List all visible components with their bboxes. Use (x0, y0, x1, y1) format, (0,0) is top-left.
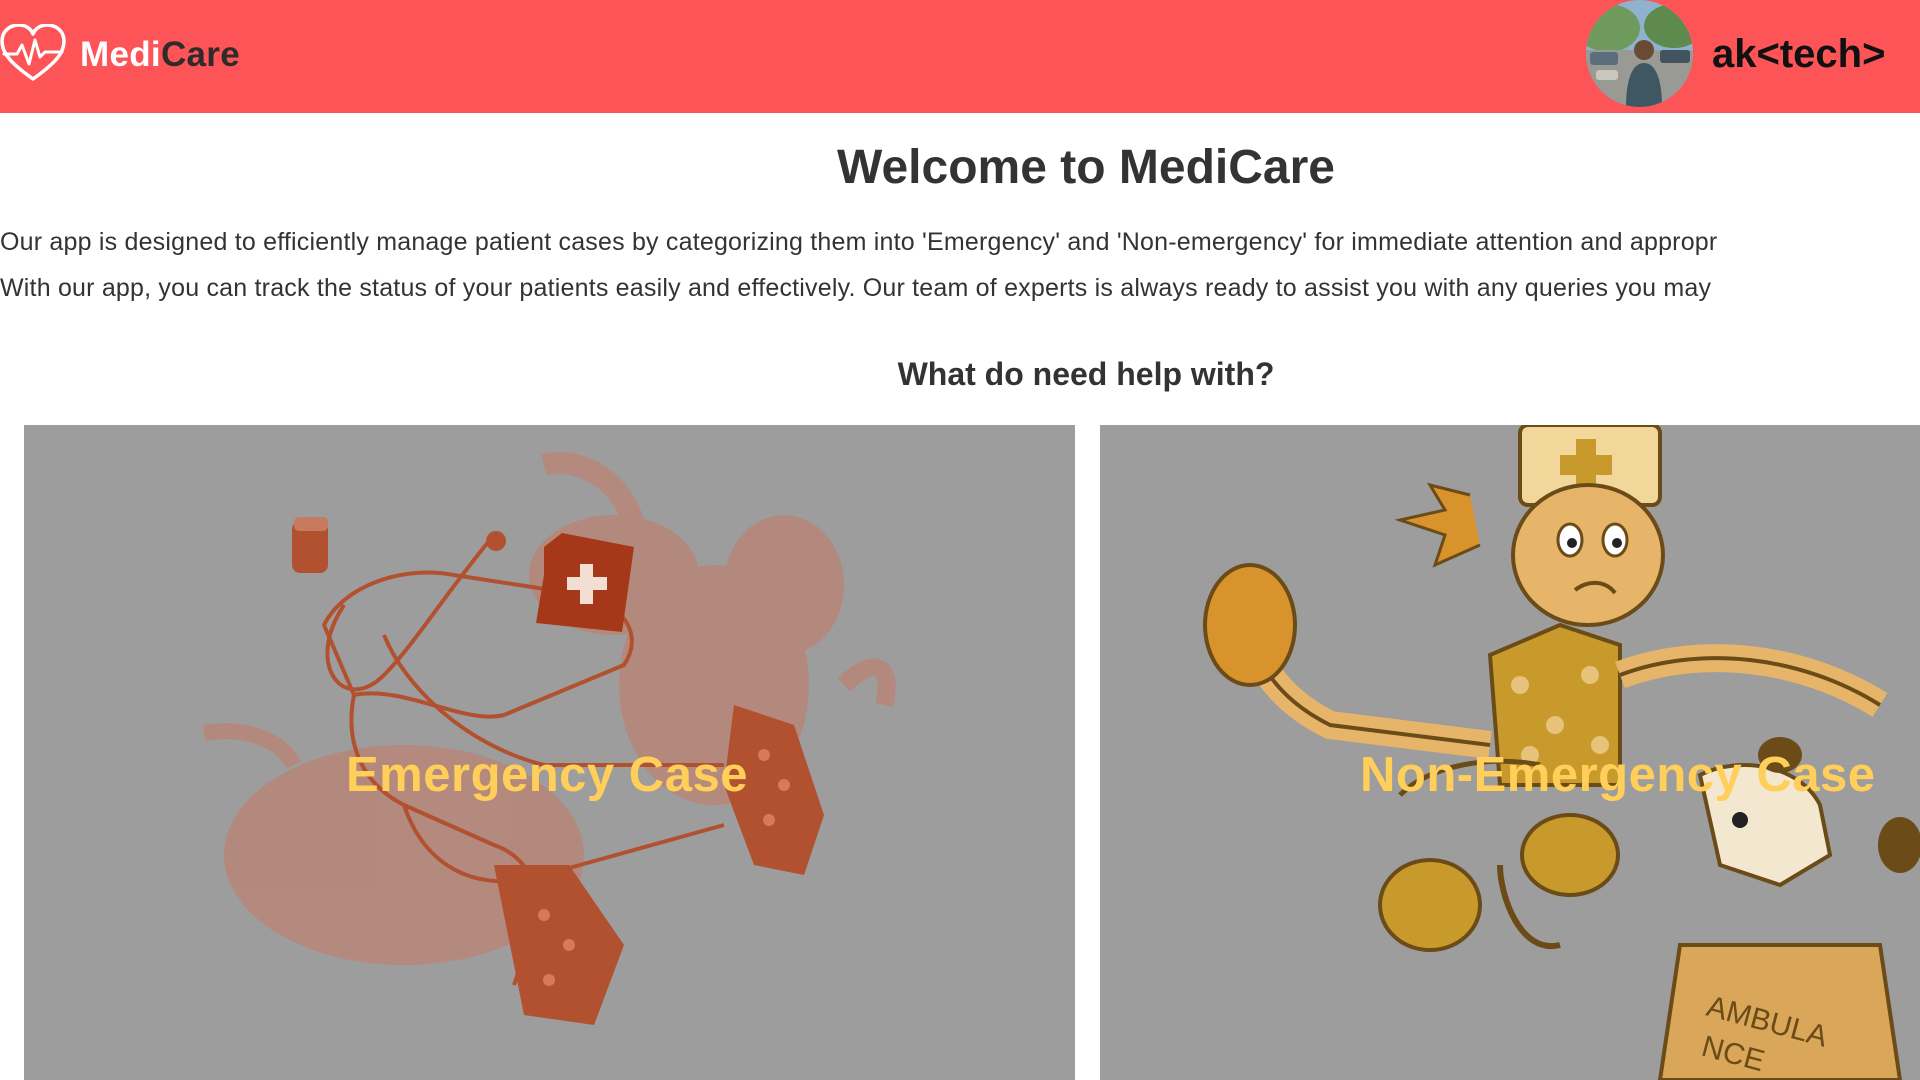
non-emergency-case-label[interactable]: Non-Emergency Case (1360, 747, 1876, 803)
description-line-2: With our app, you can track the status o… (0, 274, 1712, 302)
avatar-photo (1586, 0, 1693, 107)
navbar: MediCare ak<tech> (0, 0, 1920, 113)
avatar[interactable] (1586, 0, 1693, 107)
username[interactable]: ak<tech> (1712, 28, 1885, 80)
logo[interactable]: MediCare (0, 24, 240, 84)
help-question: What do need help with? (897, 356, 1275, 392)
description-line-1: Our app is designed to efficiently manag… (0, 228, 1718, 256)
emergency-case-label[interactable]: Emergency Case (346, 747, 748, 803)
logo-text-care: Care (160, 34, 240, 74)
heart-pulse-icon (0, 24, 66, 81)
page-title: Welcome to MediCare (837, 141, 1335, 194)
logo-text: MediCare (80, 37, 240, 72)
logo-text-medi: Medi (80, 34, 161, 74)
